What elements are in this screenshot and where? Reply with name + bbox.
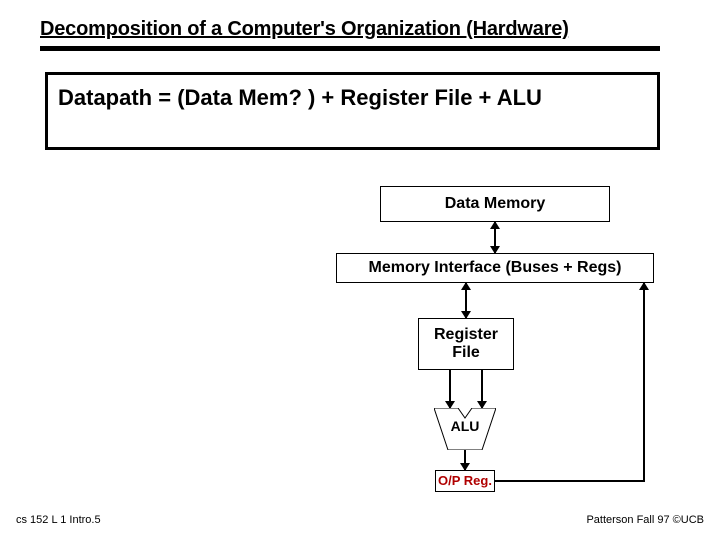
formula-box: Datapath = (Data Mem? ) + Register File … bbox=[45, 72, 660, 150]
arrowhead-up-icon bbox=[639, 282, 649, 290]
memory-interface-box: Memory Interface (Buses + Regs) bbox=[336, 253, 654, 283]
footer-right: Patterson Fall 97 ©UCB bbox=[586, 514, 704, 526]
alu-box: ALU bbox=[434, 408, 496, 450]
connector bbox=[643, 283, 645, 482]
register-file-box: Register File bbox=[418, 318, 514, 370]
connector bbox=[495, 480, 645, 482]
title-underline bbox=[40, 46, 660, 51]
slide-title: Decomposition of a Computer's Organizati… bbox=[40, 18, 569, 41]
register-file-label: Register File bbox=[434, 326, 498, 361]
arrowhead-up-icon bbox=[461, 282, 471, 290]
data-memory-box: Data Memory bbox=[380, 186, 610, 222]
alu-label: ALU bbox=[434, 418, 496, 434]
arrowhead-up-icon bbox=[490, 221, 500, 229]
footer-left: cs 152 L 1 Intro.5 bbox=[16, 514, 101, 526]
op-reg-box: O/P Reg. bbox=[435, 470, 495, 492]
formula-text: Datapath = (Data Mem? ) + Register File … bbox=[58, 85, 542, 110]
